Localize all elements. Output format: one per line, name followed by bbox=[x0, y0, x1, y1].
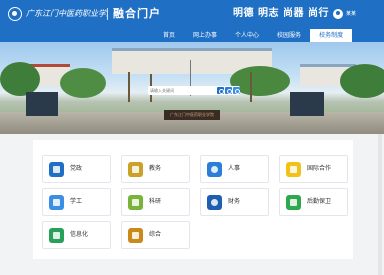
app-tile-label: 党政 bbox=[70, 165, 83, 172]
app-tile-academic[interactable]: 教务 bbox=[121, 155, 190, 183]
informatization-icon bbox=[49, 228, 64, 243]
party-icon bbox=[49, 162, 64, 177]
app-tile-logistics[interactable]: 后勤保卫 bbox=[279, 188, 348, 216]
nav-home[interactable]: 首页 bbox=[154, 29, 184, 42]
top-header: 广东江门中医药职业学院 融合门户 明德 明志 尚器 尚行 某某 首页 网上办事 … bbox=[0, 0, 384, 42]
tree bbox=[0, 62, 40, 96]
app-tile-comprehensive[interactable]: 综合 bbox=[121, 221, 190, 249]
app-panel: 党政 教务 人事 国际合作 学工 科研 财务 后勤保卫 信息化 综合 bbox=[33, 140, 353, 259]
header-divider bbox=[107, 8, 108, 20]
logistics-icon bbox=[286, 195, 301, 210]
nav-online-services[interactable]: 网上办事 bbox=[184, 29, 226, 42]
user-avatar-icon[interactable] bbox=[333, 9, 343, 19]
nav-campus-services[interactable]: 校园服务 bbox=[268, 29, 310, 42]
portal-title: 融合门户 bbox=[113, 7, 161, 20]
app-tile-label: 学工 bbox=[70, 198, 83, 205]
personnel-icon bbox=[207, 162, 222, 177]
search-icon[interactable] bbox=[217, 87, 224, 94]
grid-icon[interactable] bbox=[233, 87, 240, 94]
app-tile-label: 后勤保卫 bbox=[307, 198, 332, 205]
app-tile-finance[interactable]: 财务 bbox=[200, 188, 269, 216]
app-tile-label: 教务 bbox=[149, 165, 162, 172]
student-affairs-icon bbox=[49, 195, 64, 210]
app-tile-informatization[interactable]: 信息化 bbox=[42, 221, 111, 249]
gate-right bbox=[290, 92, 324, 116]
tree bbox=[60, 68, 106, 98]
app-tile-party[interactable]: 党政 bbox=[42, 155, 111, 183]
school-seal-icon[interactable] bbox=[8, 7, 22, 21]
voice-search-icon[interactable] bbox=[225, 87, 232, 94]
gate-left bbox=[26, 92, 58, 116]
app-tile-research[interactable]: 科研 bbox=[121, 188, 190, 216]
search-bar bbox=[148, 86, 240, 95]
school-motto: 明德 明志 尚器 尚行 bbox=[233, 8, 329, 19]
palm-tree bbox=[128, 72, 130, 102]
app-tile-label: 国际合作 bbox=[307, 165, 332, 172]
finance-icon bbox=[207, 195, 222, 210]
tree bbox=[340, 64, 384, 98]
app-tile-label: 信息化 bbox=[70, 231, 89, 238]
search-input[interactable] bbox=[150, 86, 214, 95]
app-tile-student-affairs[interactable]: 学工 bbox=[42, 188, 111, 216]
nav-personal-center[interactable]: 个人中心 bbox=[226, 29, 268, 42]
app-tile-international[interactable]: 国际合作 bbox=[279, 155, 348, 183]
app-tile-label: 综合 bbox=[149, 231, 162, 238]
international-icon bbox=[286, 162, 301, 177]
main-nav: 首页 网上办事 个人中心 校园服务 校务制度 bbox=[154, 29, 353, 42]
academic-icon bbox=[128, 162, 143, 177]
user-name[interactable]: 某某 bbox=[346, 9, 356, 19]
school-name[interactable]: 广东江门中医药职业学院 bbox=[26, 7, 108, 21]
app-tile-label: 科研 bbox=[149, 198, 162, 205]
app-tile-label: 人事 bbox=[228, 165, 241, 172]
page-scrollbar[interactable] bbox=[378, 134, 382, 275]
app-tile-personnel[interactable]: 人事 bbox=[200, 155, 269, 183]
nav-regulations[interactable]: 校务制度 bbox=[310, 29, 353, 42]
comprehensive-icon bbox=[128, 228, 143, 243]
palm-tree bbox=[250, 72, 252, 102]
gate-signboard: 广东江门中医药职业学院 bbox=[164, 110, 220, 120]
research-icon bbox=[128, 195, 143, 210]
app-tile-label: 财务 bbox=[228, 198, 241, 205]
